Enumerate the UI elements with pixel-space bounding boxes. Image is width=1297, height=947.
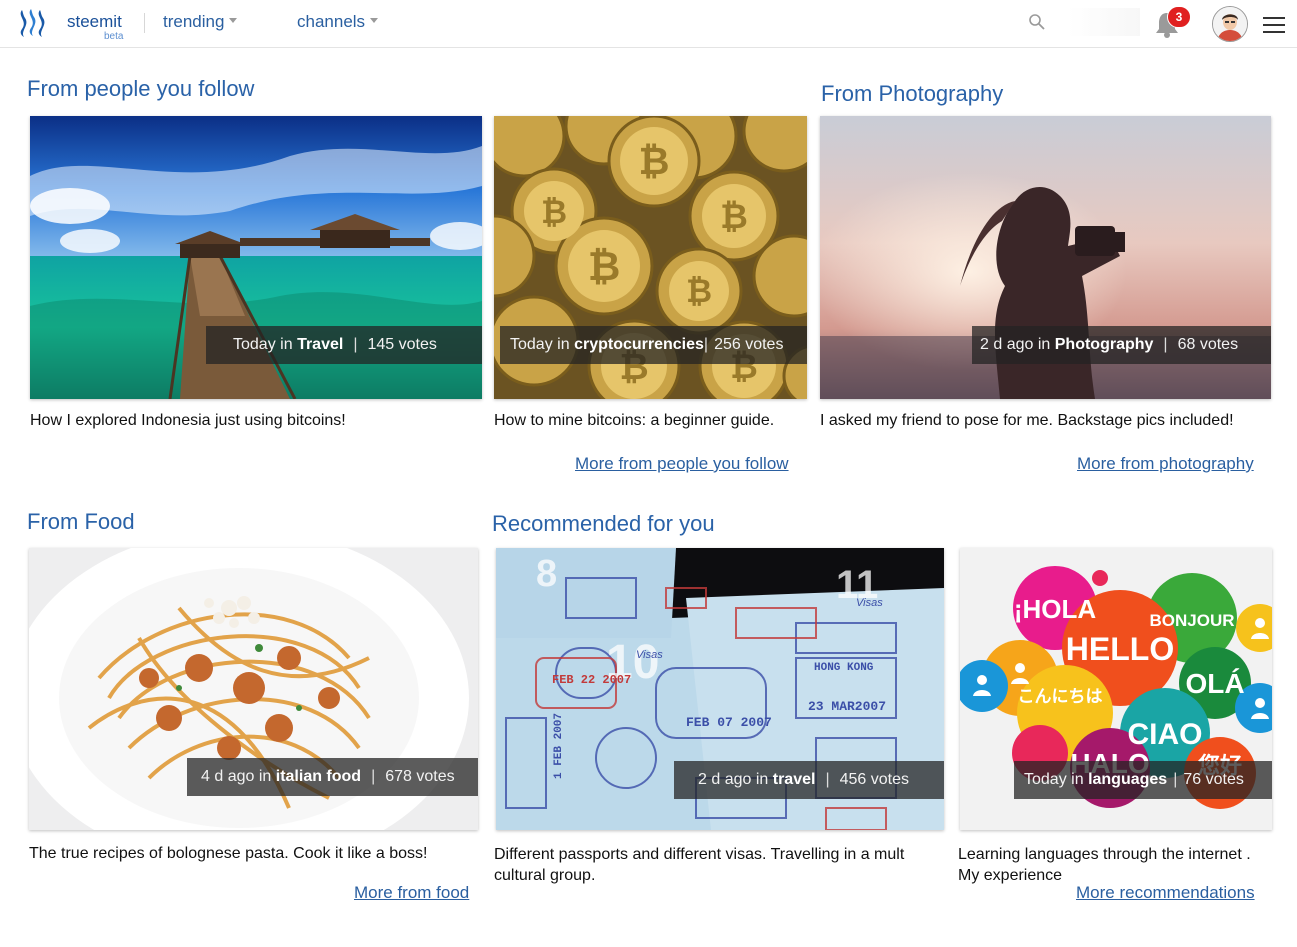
beta-label: beta: [104, 31, 124, 42]
post-votes: 76 votes: [1183, 771, 1244, 788]
post-time: Today: [1024, 771, 1067, 788]
post-category[interactable]: italian food: [276, 768, 361, 785]
post-category[interactable]: Travel: [297, 336, 343, 353]
more-from-photography-link[interactable]: More from photography: [1077, 454, 1254, 474]
post-in-label: in: [1071, 771, 1084, 788]
svg-text:Visas: Visas: [856, 597, 883, 609]
post-votes: 145 votes: [367, 336, 437, 353]
section-title-follow: From people you follow: [27, 76, 255, 101]
post-card-image[interactable]: ₿ ₿ ₿ ₿ ₿ ₿ ₿ Today in cryptocurrencies| 256 …: [494, 116, 807, 399]
svg-text:FEB 07 2007: FEB 07 2007: [686, 715, 772, 730]
post-card-image[interactable]: 2 d ago in Photography | 68 votes: [820, 116, 1271, 399]
chevron-down-icon: [370, 18, 379, 24]
post-votes: 68 votes: [1177, 336, 1239, 353]
svg-text:HELLO: HELLO: [1066, 631, 1174, 667]
svg-text:Visas: Visas: [636, 649, 663, 661]
post-in-label: in: [557, 336, 570, 353]
post-title[interactable]: I asked my friend to pose for me. Backst…: [820, 410, 1234, 431]
meta-separator: |: [825, 771, 830, 788]
meta-separator: |: [1173, 771, 1178, 788]
post-category[interactable]: languages: [1088, 771, 1167, 788]
avatar[interactable]: [1212, 6, 1248, 42]
svg-text:1 FEB 2007: 1 FEB 2007: [553, 713, 565, 779]
post-votes: 678 votes: [385, 768, 455, 785]
notification-badge[interactable]: 3: [1167, 6, 1191, 28]
svg-text:8: 8: [536, 553, 557, 595]
post-card-image[interactable]: Today in Travel | 145 votes: [30, 116, 482, 399]
more-recommendations-link[interactable]: More recommendations: [1076, 883, 1255, 903]
nav-channels-dropdown[interactable]: channels: [297, 12, 379, 32]
post-title[interactable]: Learning languages through the internet …: [958, 844, 1278, 886]
post-meta-bar: 2 d ago in Photography | 68 votes: [972, 326, 1271, 364]
post-title-line: Learning languages through the internet …: [958, 846, 1251, 863]
svg-text:₿: ₿: [588, 244, 621, 290]
post-meta-bar: 2 d ago in travel | 456 votes: [674, 761, 944, 799]
svg-text:₿: ₿: [686, 272, 712, 310]
post-in-label: in: [755, 771, 769, 788]
svg-text:OLÁ: OLÁ: [1185, 668, 1244, 699]
meta-separator: |: [353, 336, 358, 353]
section-title-recommended: Recommended for you: [492, 511, 715, 536]
post-time: 2 d ago: [698, 771, 752, 788]
meta-separator: |: [703, 336, 709, 353]
nav-trending-dropdown[interactable]: trending: [163, 12, 238, 32]
post-title[interactable]: How I explored Indonesia just using bitc…: [30, 410, 346, 431]
post-time: 2 d ago: [980, 336, 1034, 353]
post-in-label: in: [1037, 336, 1051, 353]
search-icon[interactable]: [1028, 13, 1046, 31]
post-category[interactable]: travel: [773, 771, 816, 788]
svg-text:CIAO: CIAO: [1128, 718, 1203, 751]
svg-text:23 MAR2007: 23 MAR2007: [808, 699, 886, 714]
post-category[interactable]: Photography: [1055, 336, 1154, 353]
post-card-image[interactable]: ¡HOLA HELLO BONJOUR OLÁ こんにちは CIAO HALO …: [960, 548, 1272, 830]
svg-text:¡HOLA: ¡HOLA: [1014, 594, 1097, 624]
nav-trending-label: trending: [163, 12, 225, 31]
user-avatar-icon: [1213, 7, 1247, 41]
meta-separator: |: [1163, 336, 1168, 353]
top-navbar: steemit beta trending channels 3: [0, 0, 1297, 48]
brand-name[interactable]: steemit: [67, 12, 122, 32]
post-title[interactable]: The true recipes of bolognese pasta. Coo…: [29, 843, 427, 864]
section-title-food: From Food: [27, 509, 135, 534]
post-in-label: in: [280, 336, 293, 353]
post-in-label: in: [258, 768, 272, 785]
svg-text:こんにちは: こんにちは: [1018, 687, 1103, 706]
svg-text:FEB 22 2007: FEB 22 2007: [552, 673, 631, 687]
post-meta-bar: Today in cryptocurrencies| 256 votes: [500, 326, 807, 364]
svg-text:HONG KONG: HONG KONG: [814, 662, 874, 674]
post-title[interactable]: Different passports and different visas.…: [494, 844, 944, 886]
svg-text:₿: ₿: [639, 139, 670, 183]
post-votes: 456 votes: [839, 771, 909, 788]
post-time: Today: [233, 336, 276, 353]
chevron-down-icon: [229, 18, 238, 24]
post-votes: 256 votes: [714, 336, 784, 353]
post-meta-bar: Today in languages | 76 votes: [1014, 761, 1272, 799]
svg-text:₿: ₿: [541, 193, 567, 231]
nav-divider: [144, 13, 145, 33]
post-time: Today: [510, 336, 553, 353]
section-title-photography: From Photography: [821, 81, 1004, 106]
more-from-food-link[interactable]: More from food: [354, 883, 469, 903]
menu-icon[interactable]: [1263, 17, 1285, 33]
post-card-image[interactable]: 4 d ago in italian food | 678 votes: [29, 548, 478, 830]
post-meta-bar: 4 d ago in italian food | 678 votes: [187, 758, 478, 796]
post-title[interactable]: How to mine bitcoins: a beginner guide.: [494, 410, 774, 431]
svg-text:₿: ₿: [720, 197, 748, 237]
nav-channels-label: channels: [297, 12, 366, 31]
post-title-line: cultural group.: [494, 867, 596, 884]
post-meta-bar: Today in Travel | 145 votes: [206, 326, 482, 364]
post-card-image[interactable]: 8 10 11 Visas Visas FEB 22 2007 23 MAR20…: [496, 548, 944, 830]
post-title-line: Different passports and different visas.…: [494, 846, 905, 863]
more-from-follow-link[interactable]: More from people you follow: [575, 454, 789, 474]
svg-text:BONJOUR: BONJOUR: [1149, 611, 1234, 630]
post-category[interactable]: cryptocurrencies: [574, 336, 704, 353]
post-time: 4 d ago: [201, 768, 255, 785]
search-input[interactable]: [1068, 8, 1140, 36]
steemit-logo-icon[interactable]: [16, 7, 50, 39]
meta-separator: |: [371, 768, 376, 785]
